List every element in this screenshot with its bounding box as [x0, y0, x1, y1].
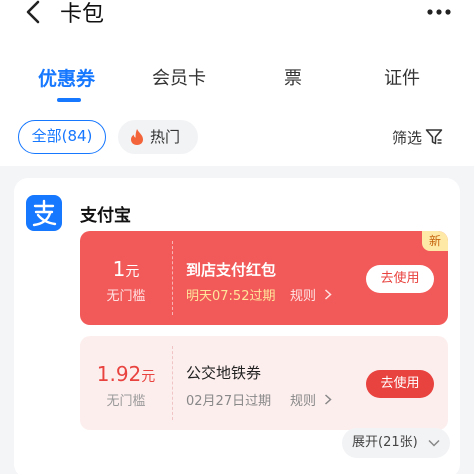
flame-icon	[131, 129, 143, 145]
back-arrow-icon[interactable]	[22, 0, 46, 24]
top-bar: 卡包	[0, 0, 474, 54]
coupon-amount: 1元	[112, 257, 140, 281]
use-coupon-button[interactable]: 去使用	[366, 265, 434, 293]
use-coupon-button[interactable]: 去使用	[366, 370, 434, 398]
filter-chip-all[interactable]: 全部(84)	[18, 120, 106, 154]
more-dots-icon[interactable]	[426, 4, 452, 20]
coupon-rules-link[interactable]: 规则	[290, 390, 332, 409]
filter-bar: 全部(84) 热门 筛选	[0, 110, 474, 166]
active-tab-indicator	[57, 98, 81, 102]
tab-membership-cards[interactable]: 会员卡	[152, 64, 206, 90]
coupon-condition: 无门槛	[106, 289, 146, 304]
alipay-logo-icon	[26, 195, 62, 231]
coupon-divider	[172, 346, 173, 420]
coupon-amount: 1.92元	[96, 362, 156, 386]
coupon-name: 公交地铁券	[186, 364, 262, 382]
coupon-divider	[172, 241, 173, 315]
filter-button[interactable]: 筛选	[392, 127, 422, 148]
new-badge: 新	[422, 231, 448, 251]
funnel-icon[interactable]	[425, 128, 443, 146]
tab-documents[interactable]: 证件	[384, 64, 420, 90]
expand-button[interactable]: 展开(21张)	[342, 428, 450, 458]
merchant-name: 支付宝	[80, 206, 131, 226]
tab-bar: 优惠券 会员卡 票 证件	[0, 54, 474, 110]
coupon-card[interactable]: 1.92元 无门槛 公交地铁券 02月27日过期 规则 去使用	[80, 336, 448, 430]
filter-chip-hot[interactable]: 热门	[118, 120, 198, 154]
coupon-expiry: 02月27日过期	[186, 394, 272, 409]
coupon-expiry: 明天07:52过期	[186, 289, 276, 304]
coupon-condition: 无门槛	[106, 394, 146, 409]
coupon-name: 到店支付红包	[186, 261, 277, 279]
tab-tickets[interactable]: 票	[284, 64, 302, 90]
chevron-right-icon	[325, 289, 332, 300]
filter-chip-hot-label: 热门	[150, 128, 181, 146]
chevron-down-icon	[428, 439, 440, 447]
chevron-right-icon	[325, 394, 332, 405]
tab-coupons[interactable]: 优惠券	[38, 64, 95, 91]
expand-label: 展开(21张)	[352, 435, 418, 450]
coupon-card[interactable]: 1元 无门槛 到店支付红包 明天07:52过期 规则 去使用 新	[80, 231, 448, 325]
coupon-rules-link[interactable]: 规则	[290, 285, 332, 304]
page-title: 卡包	[60, 2, 105, 27]
